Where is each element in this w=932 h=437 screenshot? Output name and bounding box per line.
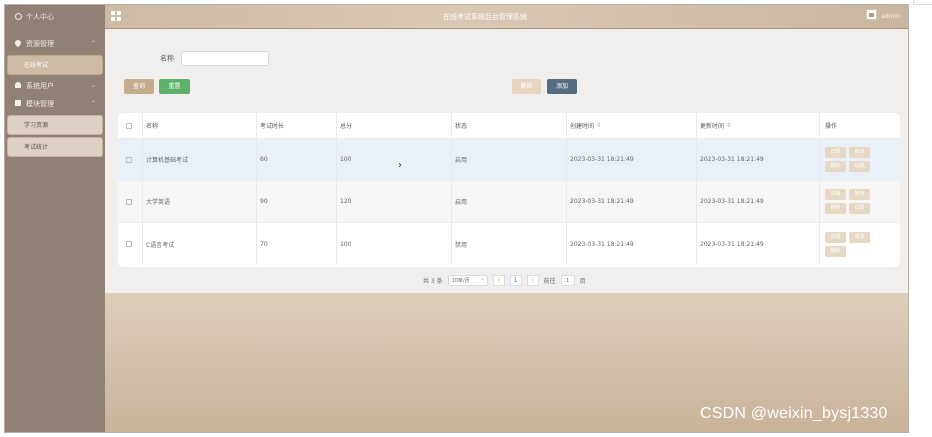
table-header: 名称 考试时长 总分 状态 创建时间 ⇕ 更新时间 ⇕ 操作 bbox=[118, 113, 900, 139]
row-checkbox[interactable] bbox=[124, 223, 134, 265]
prev-page-button[interactable]: ‹ bbox=[492, 274, 505, 286]
column-header-duration[interactable]: 考试时长 bbox=[256, 113, 336, 138]
goto-unit: 页 bbox=[579, 277, 586, 285]
edit-button[interactable]: 修改 bbox=[849, 231, 870, 243]
table-row[interactable]: 大学英语 90 120 启用 2023-03-31 18:21:49 2023-… bbox=[118, 181, 900, 223]
chevron-up-icon: ⌃ bbox=[90, 40, 96, 47]
brand-label: 个人中心 bbox=[26, 13, 54, 21]
delete-row-button[interactable]: 删除 bbox=[825, 203, 846, 214]
column-header-actions: 操作 bbox=[819, 113, 900, 138]
sidebar-item-resource-management[interactable]: 资源管理 ⌃ bbox=[5, 35, 105, 53]
cell-total: 100 bbox=[336, 223, 451, 265]
goto-page-input[interactable]: 1 bbox=[560, 274, 575, 286]
edit-button[interactable]: 修改 bbox=[849, 189, 870, 200]
cell-updated: 2023-03-31 18:21:49 bbox=[696, 139, 819, 180]
avatar bbox=[866, 9, 878, 20]
user-menu[interactable]: admin bbox=[866, 9, 900, 25]
select-all-checkbox[interactable] bbox=[124, 113, 134, 138]
chevron-up-icon: ⌃ bbox=[90, 100, 96, 107]
column-header-updated-label: 更新时间 bbox=[700, 123, 725, 130]
table-row[interactable]: 计算机基础考试 60 100 启用 2023-03-31 18:21:49 20… bbox=[118, 139, 900, 181]
top-bar: 个人中心 在线考试系统后台管理系统 admin bbox=[5, 5, 908, 29]
cell-status: 启用 bbox=[451, 139, 566, 180]
questions-button[interactable]: 试题 bbox=[849, 161, 870, 172]
name-filter-label: 名称 bbox=[160, 54, 174, 63]
sidebar-item-module-management[interactable]: 模块管理 ⌃ bbox=[5, 95, 105, 113]
sidebar: 资源管理 ⌃ 在线考试 系统用户 ⌄ 模块管理 ⌃ 学习资源 考试统计 bbox=[5, 29, 105, 432]
cell-updated: 2023-03-31 18:21:49 bbox=[696, 223, 819, 265]
main-content: 名称 查询 重置 删除 添加 名称 考试时长 总分 状态 创建时间 ⇕ 更新时间 ⇕… bbox=[105, 29, 908, 432]
next-page-button[interactable]: › bbox=[526, 274, 539, 286]
sort-icon[interactable]: ⇕ bbox=[596, 122, 601, 129]
column-header-created-label: 创建时间 bbox=[570, 123, 595, 130]
system-title: 在线考试系统后台管理系统 bbox=[443, 13, 527, 21]
username: admin bbox=[881, 13, 900, 20]
column-header-created[interactable]: 创建时间 ⇕ bbox=[566, 113, 696, 138]
exam-table: 名称 考试时长 总分 状态 创建时间 ⇕ 更新时间 ⇕ 操作 计算机基础考试 60 … bbox=[118, 113, 900, 267]
cell-status: 启用 bbox=[451, 181, 566, 222]
sidebar-item-exam-statistics[interactable]: 考试统计 bbox=[7, 137, 103, 157]
cell-name: C语言考试 bbox=[142, 223, 252, 265]
window-edge bbox=[913, 0, 932, 5]
page-size-select[interactable]: 10条/页 bbox=[447, 274, 488, 286]
delete-button[interactable]: 删除 bbox=[512, 79, 541, 94]
content-panel: 名称 查询 重置 删除 添加 名称 考试时长 总分 状态 创建时间 ⇕ 更新时间 ⇕… bbox=[105, 31, 908, 293]
app-window: 个人中心 在线考试系统后台管理系统 admin 资源管理 ⌃ 在线考试 系统用户 ⌄… bbox=[4, 4, 909, 433]
column-header-total[interactable]: 总分 bbox=[336, 113, 451, 138]
grid-icon bbox=[15, 100, 21, 106]
pagination: 共 3 条 10条/页 ‹ 1 › 前往 1 页 bbox=[423, 274, 586, 286]
row-checkbox[interactable] bbox=[124, 181, 134, 222]
sort-icon[interactable]: ⇕ bbox=[726, 122, 731, 129]
add-button[interactable]: 添加 bbox=[547, 79, 577, 94]
cell-name: 计算机基础考试 bbox=[142, 139, 252, 180]
questions-button[interactable]: 试题 bbox=[849, 203, 870, 214]
cell-duration: 70 bbox=[256, 223, 336, 265]
column-header-status[interactable]: 状态 bbox=[451, 113, 566, 138]
cell-actions: 详情 修改 删除 bbox=[819, 223, 900, 265]
sidebar-item-system-users[interactable]: 系统用户 ⌄ bbox=[5, 77, 105, 95]
watermark: CSDN @weixin_bysj1330 bbox=[700, 405, 888, 422]
total-count: 共 3 条 bbox=[423, 277, 443, 285]
brand[interactable]: 个人中心 bbox=[5, 5, 105, 29]
cell-actions: 详情 修改 删除 试题 bbox=[819, 139, 900, 180]
cell-created: 2023-03-31 18:21:49 bbox=[566, 181, 696, 222]
user-icon bbox=[15, 82, 21, 88]
mouse-cursor-icon: › bbox=[398, 160, 402, 171]
name-filter: 名称 bbox=[160, 51, 270, 66]
sidebar-item-label: 系统用户 bbox=[26, 82, 54, 90]
goto-label: 前往 bbox=[543, 277, 556, 285]
sidebar-item-label: 资源管理 bbox=[26, 40, 54, 48]
cell-updated: 2023-03-31 18:21:49 bbox=[696, 181, 819, 222]
cell-total: 100 bbox=[336, 139, 451, 180]
sidebar-item-learning-resources[interactable]: 学习资源 bbox=[7, 115, 103, 135]
cell-total: 120 bbox=[336, 181, 451, 222]
detail-button[interactable]: 详情 bbox=[825, 231, 846, 243]
delete-row-button[interactable]: 删除 bbox=[825, 161, 846, 172]
menu-toggle-icon[interactable] bbox=[111, 11, 121, 21]
cell-duration: 90 bbox=[256, 181, 336, 222]
sidebar-item-label: 模块管理 bbox=[26, 100, 54, 108]
cell-created: 2023-03-31 18:21:49 bbox=[566, 223, 696, 265]
location-icon bbox=[13, 38, 23, 48]
page-number-button[interactable]: 1 bbox=[509, 274, 522, 286]
cell-duration: 60 bbox=[256, 139, 336, 180]
row-checkbox[interactable] bbox=[124, 139, 134, 180]
table-row[interactable]: C语言考试 70 100 禁用 2023-03-31 18:21:49 2023… bbox=[118, 223, 900, 265]
cell-actions: 详情 修改 删除 试题 bbox=[819, 181, 900, 222]
name-search-input[interactable] bbox=[181, 51, 270, 66]
detail-button[interactable]: 详情 bbox=[825, 147, 846, 158]
cell-status: 禁用 bbox=[451, 223, 566, 265]
edit-button[interactable]: 修改 bbox=[849, 147, 870, 158]
sidebar-item-online-exam[interactable]: 在线考试 bbox=[7, 55, 103, 75]
cell-name: 大学英语 bbox=[142, 181, 252, 222]
detail-button[interactable]: 详情 bbox=[825, 189, 846, 200]
column-header-name[interactable]: 名称 bbox=[142, 113, 252, 138]
cell-created: 2023-03-31 18:21:49 bbox=[566, 139, 696, 180]
search-button[interactable]: 查询 bbox=[124, 79, 154, 94]
reset-button[interactable]: 重置 bbox=[159, 79, 190, 94]
column-header-updated[interactable]: 更新时间 ⇕ bbox=[696, 113, 819, 138]
delete-row-button[interactable]: 删除 bbox=[825, 245, 846, 257]
home-icon bbox=[15, 13, 22, 20]
chevron-down-icon: ⌄ bbox=[90, 82, 96, 89]
